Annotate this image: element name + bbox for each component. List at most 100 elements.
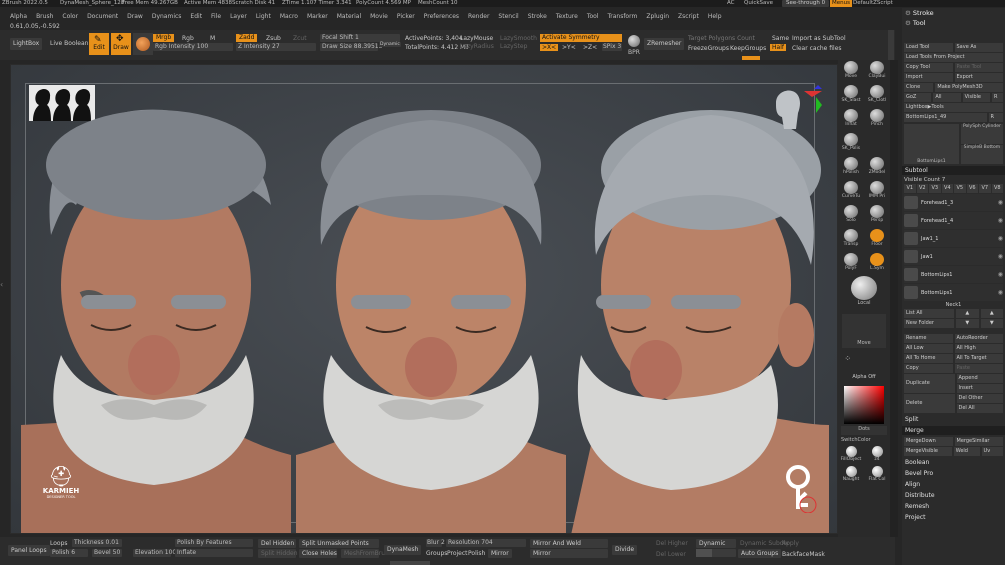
- tool-menu-header[interactable]: ⚙ Tool: [902, 18, 1005, 28]
- shelf-button-move[interactable]: Move: [838, 60, 864, 84]
- close-holes-button[interactable]: Close Holes: [299, 549, 337, 558]
- draw-size-slider[interactable]: Draw Size 88.39515: [320, 43, 382, 51]
- material-fillobject[interactable]: FillObject: [838, 446, 864, 466]
- bpr-button[interactable]: BPR: [626, 33, 642, 56]
- paste-tool-button[interactable]: Paste Tool: [954, 63, 1003, 72]
- current-tool-slider[interactable]: BottomLips1_49: [904, 113, 987, 122]
- polish-by-features-slider[interactable]: Polish By Features: [175, 539, 253, 547]
- visibility-level-v5[interactable]: V5: [954, 184, 966, 193]
- del-lower-button[interactable]: Del Lower: [656, 551, 686, 558]
- menu-document[interactable]: Document: [87, 13, 118, 20]
- distribute-section[interactable]: Distribute: [902, 491, 1005, 500]
- del-all-button[interactable]: Del All: [956, 404, 1003, 413]
- uv-button[interactable]: Uv: [981, 447, 1003, 456]
- split-hidden-button[interactable]: Split Hidden: [258, 549, 298, 558]
- keepgroups-button[interactable]: KeepGroups: [730, 45, 766, 52]
- split-unmasked-button[interactable]: Split Unmasked Points: [299, 539, 379, 548]
- all-button[interactable]: All: [933, 93, 961, 102]
- material-button[interactable]: [133, 33, 153, 55]
- lazymouse-button[interactable]: LazyMouse: [460, 35, 493, 42]
- shelf-button-claybui[interactable]: ClayBui: [864, 60, 890, 84]
- menus-button[interactable]: Menus: [830, 0, 852, 7]
- shelf-button-inflat[interactable]: Inflat: [838, 108, 864, 132]
- menu-help[interactable]: Help: [708, 13, 722, 20]
- sym-x-button[interactable]: >X<: [540, 44, 559, 51]
- menu-transform[interactable]: Transform: [607, 13, 637, 20]
- menu-file[interactable]: File: [211, 13, 221, 20]
- loops-slider[interactable]: Loops: [50, 540, 68, 547]
- menu-stencil[interactable]: Stencil: [498, 13, 518, 20]
- edit-button[interactable]: ✎ Edit: [89, 33, 109, 55]
- save-as-button[interactable]: Save As: [954, 43, 1003, 52]
- switchcolor-button[interactable]: Dots: [841, 426, 887, 435]
- shelf-button-sk-clotl[interactable]: SK_Clotl: [864, 84, 890, 108]
- half-button[interactable]: Half: [770, 44, 786, 51]
- bevel-pro-section[interactable]: Bevel Pro: [902, 469, 1005, 478]
- live-boolean-button[interactable]: Live Boolean: [50, 40, 88, 47]
- copy-tool-button[interactable]: Copy Tool: [904, 63, 953, 72]
- mrgb-button[interactable]: Mrgb: [153, 34, 175, 42]
- all-to-target-button[interactable]: All To Target: [954, 354, 1003, 363]
- inflate-slider[interactable]: Inflate: [175, 549, 253, 557]
- import-subtool-button[interactable]: Import as SubTool: [792, 35, 846, 42]
- eye-icon[interactable]: ◉: [998, 271, 1003, 278]
- lazyradius-slider[interactable]: LazyRadius: [460, 43, 494, 50]
- eye-icon[interactable]: ◉: [998, 253, 1003, 260]
- shelf-button-transp[interactable]: Transp: [838, 228, 864, 252]
- navigation-gizmo[interactable]: [766, 83, 826, 143]
- del-other-button[interactable]: Del Other: [956, 394, 1003, 403]
- split-section[interactable]: Split: [902, 415, 1005, 424]
- subtool-section-header[interactable]: Subtool: [902, 166, 1005, 175]
- groups-button[interactable]: Groups: [426, 550, 447, 557]
- lazysmooth-slider[interactable]: LazySmooth: [500, 35, 537, 42]
- polish-slider[interactable]: Polish 6: [50, 549, 88, 557]
- eye-icon[interactable]: ◉: [998, 217, 1003, 224]
- move-tool-preview[interactable]: Local: [838, 276, 890, 310]
- activate-symmetry-button[interactable]: Activate Symmetry: [540, 34, 622, 42]
- menu-draw[interactable]: Draw: [127, 13, 143, 20]
- zsub-button[interactable]: Zsub: [266, 35, 281, 42]
- subtool-item[interactable]: Jaw1 ◉: [904, 248, 1003, 265]
- divide-button[interactable]: Divide: [612, 545, 638, 555]
- goz-button[interactable]: GoZ: [904, 93, 932, 102]
- menu-color[interactable]: Color: [62, 13, 78, 20]
- eye-icon[interactable]: ◉: [998, 289, 1003, 296]
- menu-brush[interactable]: Brush: [36, 13, 53, 20]
- insert-button[interactable]: Insert: [956, 384, 1003, 393]
- visibility-level-v3[interactable]: V3: [929, 184, 941, 193]
- shelf-button-sk-polis[interactable]: SK_Polis: [838, 132, 864, 156]
- menu-movie[interactable]: Movie: [370, 13, 388, 20]
- boolean-section[interactable]: Boolean: [902, 458, 1005, 467]
- visible-button[interactable]: Visible: [962, 93, 990, 102]
- sym-z-button[interactable]: >Z<: [583, 44, 597, 51]
- fillobject-button[interactable]: SwitchColor: [841, 437, 887, 446]
- defaultzscript-button[interactable]: DefaultZScript: [853, 0, 893, 7]
- panel-loops-button[interactable]: Panel Loops: [8, 545, 50, 556]
- clear-cache-button[interactable]: Clear cache files: [792, 45, 842, 52]
- all-to-home-button[interactable]: All To Home: [904, 354, 953, 363]
- del-hidden-button[interactable]: Del Hidden: [258, 539, 296, 548]
- menu-layer[interactable]: Layer: [230, 13, 247, 20]
- menu-light[interactable]: Light: [256, 13, 271, 20]
- shelf-button-zmodel[interactable]: ZModel: [864, 156, 890, 180]
- auto-groups-button[interactable]: Auto Groups: [738, 549, 782, 558]
- mergesimilar-button[interactable]: MergeSimilar: [954, 437, 1003, 446]
- arrow-up-double-icon[interactable]: ▲: [980, 309, 1003, 318]
- rename-button[interactable]: Rename: [904, 334, 953, 343]
- make-polymesh-button[interactable]: Make PolyMesh3D: [935, 83, 1003, 92]
- zremesher-button[interactable]: ZRemesher: [644, 38, 685, 50]
- freezegroups-button[interactable]: FreezeGroups: [688, 45, 729, 52]
- tool-thumb-simple[interactable]: SimpleB Bottom: [960, 144, 1003, 164]
- backfacemask-button[interactable]: BackfaceMask: [782, 551, 825, 558]
- ac-label[interactable]: AC: [727, 0, 735, 7]
- subtool-neck[interactable]: Neck1: [902, 302, 1005, 308]
- target-polygons-slider[interactable]: Target Polygons Count: [688, 35, 755, 42]
- copy-button[interactable]: Copy: [904, 364, 953, 373]
- all-high-button[interactable]: All High: [954, 344, 1003, 353]
- menu-alpha[interactable]: Alpha: [10, 13, 27, 20]
- menu-tool[interactable]: Tool: [587, 13, 599, 20]
- dynamic-subdiv-slider[interactable]: [696, 549, 736, 557]
- eye-icon[interactable]: ◉: [998, 199, 1003, 206]
- menu-render[interactable]: Render: [468, 13, 489, 20]
- shelf-button-floor[interactable]: Floor: [864, 228, 890, 252]
